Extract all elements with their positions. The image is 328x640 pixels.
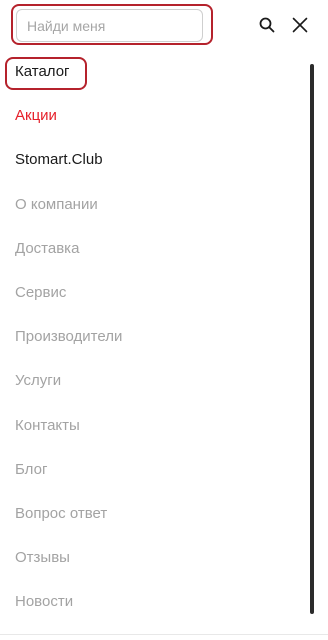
menu-item-reviews[interactable]: Отзывы <box>15 548 70 568</box>
search-button[interactable] <box>256 14 278 36</box>
menu-item-services[interactable]: Услуги <box>15 371 61 391</box>
menu-item-delivery[interactable]: Доставка <box>15 239 79 259</box>
close-icon <box>292 17 308 33</box>
menu-item-stomart-club[interactable]: Stomart.Club <box>15 150 103 170</box>
menu-item-about[interactable]: О компании <box>15 195 98 215</box>
bottom-divider <box>0 634 328 635</box>
menu-item-blog[interactable]: Блог <box>15 460 47 480</box>
menu-item-service[interactable]: Сервис <box>15 283 66 303</box>
menu-item-news[interactable]: Новости <box>15 592 73 612</box>
menu-item-manufacturers[interactable]: Производители <box>15 327 122 347</box>
search-icon <box>259 17 275 33</box>
search-input[interactable] <box>16 9 203 42</box>
menu-item-promotions[interactable]: Акции <box>15 106 57 126</box>
menu-item-contacts[interactable]: Контакты <box>15 416 80 436</box>
close-button[interactable] <box>289 14 311 36</box>
menu-item-faq[interactable]: Вопрос ответ <box>15 504 107 524</box>
menu-scrollbar[interactable] <box>310 64 314 614</box>
menu-item-catalog[interactable]: Каталог <box>15 62 70 82</box>
